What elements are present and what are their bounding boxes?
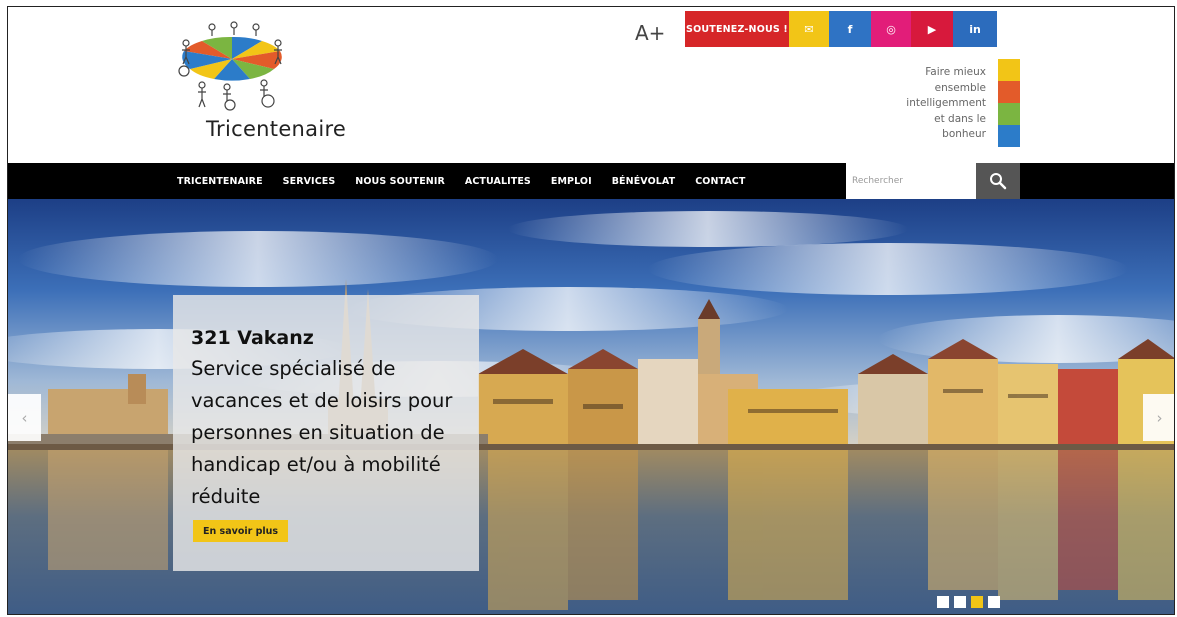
search-icon: [990, 173, 1007, 190]
tagline-line: Faire mieux: [925, 66, 986, 78]
color-block-orange: [998, 81, 1020, 103]
hero-slider: 321 Vakanz Service spécialisé de vacance…: [8, 199, 1174, 614]
hero-body: Service spécialisé de vacances et de loi…: [191, 357, 453, 508]
nav-item-contact[interactable]: CONTACT: [695, 176, 745, 187]
nav-item-benevolat[interactable]: BÉNÉVOLAT: [612, 176, 675, 187]
slider-dot[interactable]: [937, 596, 949, 608]
nav-item-services[interactable]: SERVICES: [283, 176, 336, 187]
slider-dot-active[interactable]: [971, 596, 983, 608]
mail-icon[interactable]: ✉: [789, 11, 829, 47]
tagline-line: intelligemment: [906, 97, 986, 109]
nav-item-tricentenaire[interactable]: TRICENTENAIRE: [177, 176, 263, 187]
chevron-left-icon: ‹: [21, 408, 28, 427]
hero-title: 321 Vakanz: [191, 327, 314, 349]
color-block-blue: [998, 125, 1020, 147]
slider-next-button[interactable]: ›: [1143, 394, 1174, 441]
tagline-line: bonheur: [942, 128, 986, 140]
nav-item-actualites[interactable]: ACTUALITES: [465, 176, 531, 187]
tagline: Faire mieux ensemble intelligemment et d…: [868, 65, 986, 143]
slider-dots: [937, 596, 1005, 608]
color-block-yellow: [998, 59, 1020, 81]
page-frame: Tricentenaire A+ SOUTENEZ-NOUS ! ✉ f ◎ ▶…: [7, 6, 1175, 615]
support-button[interactable]: SOUTENEZ-NOUS !: [685, 11, 789, 47]
linkedin-icon[interactable]: in: [953, 11, 997, 47]
hero-caption: 321 Vakanz Service spécialisé de vacance…: [173, 295, 479, 571]
slider-prev-button[interactable]: ‹: [8, 394, 41, 441]
nav-item-emploi[interactable]: EMPLOI: [551, 176, 592, 187]
youtube-icon[interactable]: ▶: [911, 11, 953, 47]
color-block-green: [998, 103, 1020, 125]
chevron-right-icon: ›: [1156, 408, 1163, 427]
search-button[interactable]: [976, 163, 1020, 199]
instagram-icon[interactable]: ◎: [871, 11, 911, 47]
tagline-line: ensemble: [934, 81, 986, 94]
social-bar: SOUTENEZ-NOUS ! ✉ f ◎ ▶ in: [685, 11, 997, 47]
facebook-icon[interactable]: f: [829, 11, 871, 47]
slider-dot[interactable]: [988, 596, 1000, 608]
site-name[interactable]: Tricentenaire: [206, 117, 346, 141]
slider-dot[interactable]: [954, 596, 966, 608]
font-size-button[interactable]: A+: [635, 21, 665, 45]
learn-more-button[interactable]: En savoir plus: [193, 520, 289, 542]
logo[interactable]: [172, 21, 292, 111]
search-input[interactable]: [846, 163, 976, 199]
nav-item-nous-soutenir[interactable]: NOUS SOUTENIR: [355, 176, 445, 187]
tagline-line: et dans le: [934, 112, 986, 125]
logo-wheel-icon: [178, 21, 282, 111]
tagline-color-bar: [998, 59, 1020, 147]
